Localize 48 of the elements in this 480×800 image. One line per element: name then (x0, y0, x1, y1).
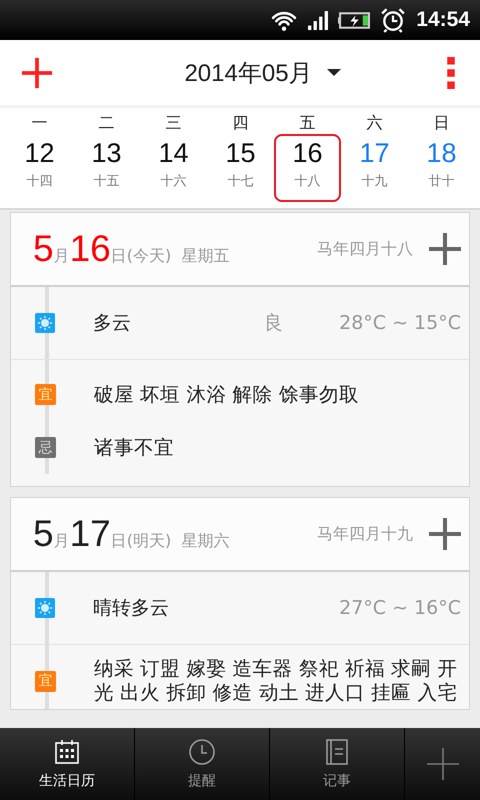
alarm-clock-icon (380, 7, 406, 33)
weekday-label: 六 (366, 112, 382, 134)
day-cell[interactable]: 12 十四 (6, 134, 73, 202)
weather-text: 晴转多云 (93, 596, 169, 621)
sun-icon (35, 598, 55, 618)
tab[interactable]: 记事 (270, 728, 405, 800)
add-icon[interactable] (20, 56, 54, 90)
air-quality: 良 (264, 311, 284, 336)
day-cell[interactable]: 18 廿十 (408, 134, 475, 202)
date-heading: 5月 17 日(明天) 星期六 (33, 513, 230, 555)
add-icon (426, 748, 458, 780)
clock-icon (188, 738, 216, 766)
tab[interactable]: 生活日历 (0, 728, 135, 800)
day-cell[interactable]: 16 十八 (274, 134, 341, 202)
weekday-label: 五 (300, 112, 316, 134)
day-cell[interactable]: 14 十六 (140, 134, 207, 202)
almanac-text: 破屋 坏垣 沐浴 解除 馀事勿取 (94, 382, 359, 408)
add-icon[interactable] (429, 518, 461, 550)
calendar-icon (53, 738, 81, 766)
weekday-label: 一 (32, 112, 48, 134)
weekday-label: 三 (166, 112, 182, 134)
tab[interactable]: 提醒 (135, 728, 270, 800)
weekday-label: 日 (434, 112, 450, 134)
date-heading: 5月 16 日(今天) 星期五 (33, 228, 230, 270)
menu-icon[interactable] (447, 56, 455, 88)
lunar-date: 马年四月十八 (317, 238, 413, 260)
battery-icon (338, 12, 370, 28)
day-cell[interactable]: 13 十五 (73, 134, 140, 202)
avoid-badge: 忌 (35, 437, 56, 458)
weekday-label: 四 (232, 112, 248, 134)
add-icon[interactable] (429, 233, 461, 265)
lunar-date: 马年四月十九 (317, 524, 413, 544)
status-time: 14:54 (416, 8, 470, 32)
day-cell[interactable]: 15 十七 (207, 134, 274, 202)
weather-text: 多云 (93, 311, 131, 336)
weekday-label: 二 (98, 112, 114, 134)
month-selector[interactable]: 2014年05月 (178, 52, 347, 92)
almanac-text: 诸事不宜 (94, 434, 174, 460)
temperature-range: 27°C ~ 16°C (339, 597, 461, 619)
almanac-text: 纳采 订盟 嫁娶 造车器 祭祀 祈福 求嗣 开 光 出火 拆卸 修造 动土 进人口 挂匾 入宅 (94, 656, 458, 706)
notebook-icon (323, 738, 351, 766)
sun-icon (35, 313, 55, 333)
temperature-range: 28°C ~ 15°C (339, 312, 461, 334)
caret-icon (326, 69, 341, 76)
suitable-badge: 宜 (35, 384, 56, 405)
signal-icon (308, 10, 328, 30)
day-cell[interactable]: 17 十九 (341, 134, 408, 202)
suitable-badge: 宜 (35, 670, 56, 692)
